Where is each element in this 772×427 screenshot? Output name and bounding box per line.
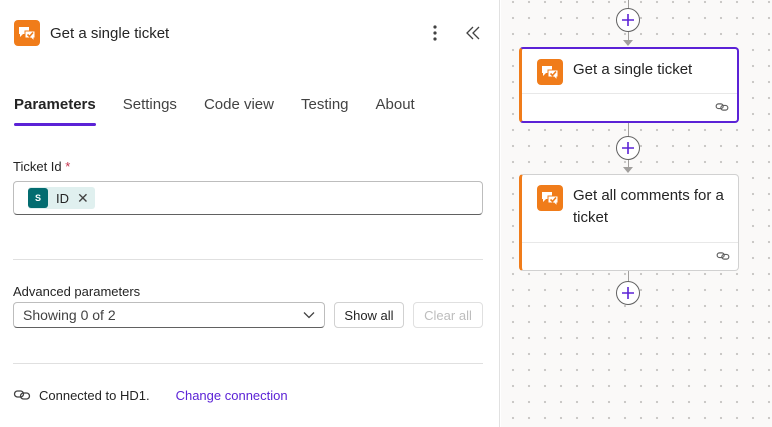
connection-status: Connected to HD1.	[39, 387, 150, 403]
card-title: Get a single ticket	[573, 61, 693, 78]
tab-settings[interactable]: Settings	[123, 96, 177, 123]
panel-tabs: Parameters Settings Code view Testing Ab…	[14, 96, 442, 126]
link-icon	[13, 390, 31, 400]
add-step-button[interactable]	[616, 8, 640, 32]
plus-icon	[622, 14, 634, 26]
advanced-parameters-label: Advanced parameters	[13, 284, 141, 299]
show-all-button[interactable]: Show all	[334, 302, 404, 328]
plus-icon	[622, 142, 634, 154]
plus-icon	[622, 287, 634, 299]
ticket-id-input[interactable]: S ID ✕	[13, 181, 483, 215]
clear-all-button[interactable]: Clear all	[413, 302, 483, 328]
flow-card-get-single-ticket[interactable]: Get a single ticket	[519, 47, 739, 123]
app-icon	[14, 20, 40, 46]
divider	[13, 363, 483, 364]
link-icon	[716, 252, 730, 260]
connector-arrow	[623, 167, 633, 173]
tab-about[interactable]: About	[376, 96, 415, 123]
collapse-panel-button[interactable]	[461, 21, 485, 45]
divider	[13, 259, 483, 260]
card-footer	[522, 242, 738, 270]
app-icon	[537, 185, 563, 211]
flow-card-get-all-comments[interactable]: Get all comments for a ticket	[519, 174, 739, 271]
ticket-id-label-text: Ticket Id	[13, 159, 62, 174]
card-title: Get all comments for a ticket	[573, 187, 724, 226]
required-mark: *	[65, 159, 71, 174]
tab-parameters[interactable]: Parameters	[14, 96, 96, 126]
chevron-down-icon	[303, 312, 315, 319]
card-footer	[522, 93, 737, 121]
connector-arrow	[623, 40, 633, 46]
collapse-icon	[466, 26, 480, 40]
sharepoint-icon: S	[28, 188, 48, 208]
close-icon[interactable]: ✕	[77, 190, 89, 207]
more-options-button[interactable]	[423, 21, 447, 45]
add-step-button[interactable]	[616, 136, 640, 160]
connection-row: Connected to HD1. Change connection	[13, 386, 288, 404]
add-step-button[interactable]	[616, 281, 640, 305]
select-value: Showing 0 of 2	[23, 307, 116, 323]
app-icon	[537, 59, 563, 85]
panel-header: Get a single ticket	[14, 20, 485, 46]
more-icon	[433, 25, 437, 41]
action-details-panel: Get a single ticket Parameters Settings …	[0, 0, 500, 427]
token-label: ID	[56, 190, 69, 206]
flow-canvas[interactable]: Get a single ticket Get all comments for…	[501, 0, 772, 427]
advanced-parameters-select[interactable]: Showing 0 of 2	[13, 302, 325, 328]
change-connection-link[interactable]: Change connection	[176, 388, 288, 403]
ticket-id-label: Ticket Id *	[13, 159, 70, 174]
panel-title: Get a single ticket	[50, 24, 170, 42]
link-icon	[715, 103, 729, 111]
dynamic-content-token[interactable]: S ID ✕	[28, 187, 95, 209]
tab-testing[interactable]: Testing	[301, 96, 349, 123]
tab-code-view[interactable]: Code view	[204, 96, 274, 123]
